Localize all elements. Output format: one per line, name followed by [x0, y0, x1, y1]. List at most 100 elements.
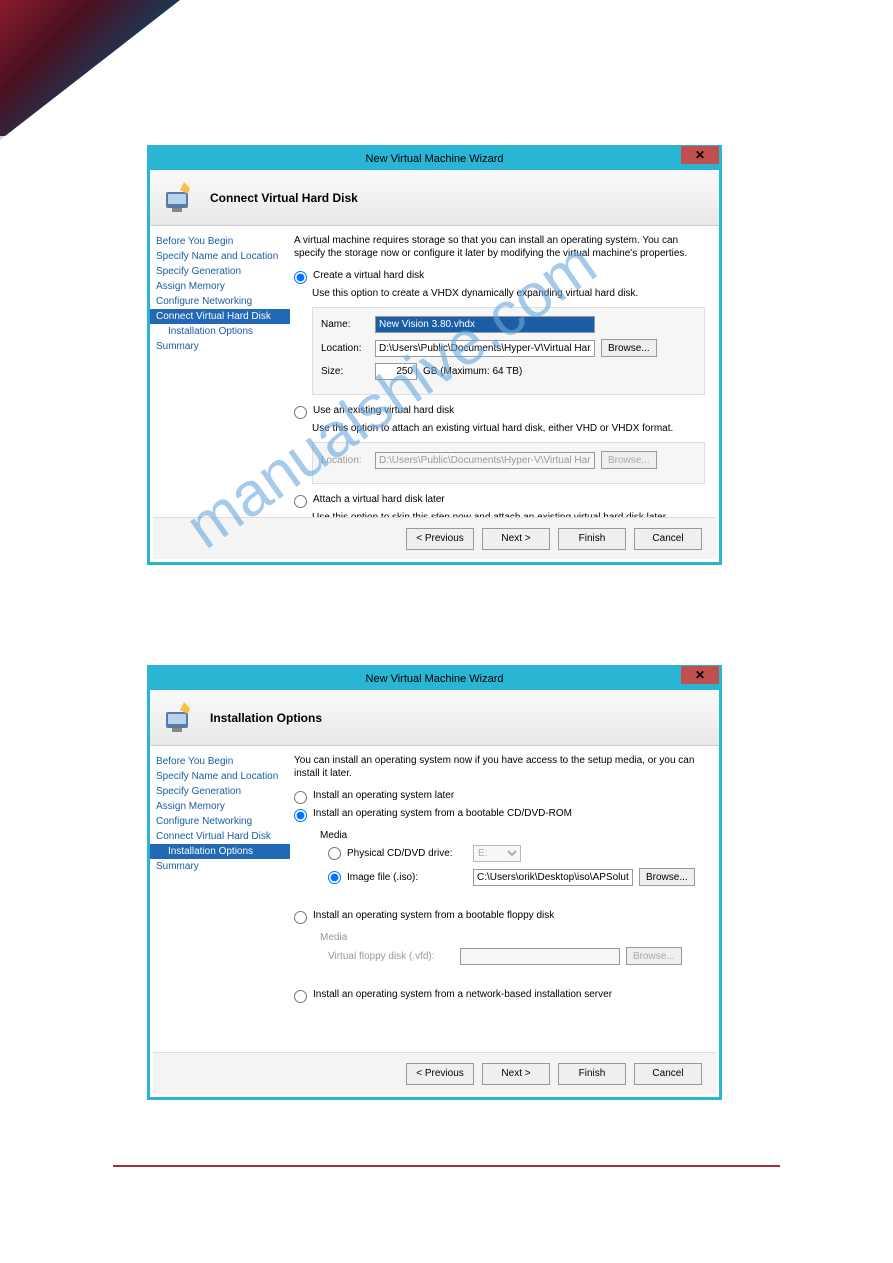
sidebar-item-before[interactable]: Before You Begin: [150, 754, 290, 769]
image-file-input[interactable]: [473, 869, 633, 886]
size-suffix: GB (Maximum: 64 TB): [423, 366, 522, 377]
wizard-footer: < Previous Next > Finish Cancel: [153, 1052, 716, 1094]
existing-vhd-form: Location: Browse...: [312, 442, 705, 484]
floppy-media-group: Media Virtual floppy disk (.vfd): Browse…: [312, 928, 705, 979]
close-icon: ✕: [695, 148, 705, 162]
radio-create-vhd[interactable]: [294, 271, 307, 284]
sidebar-item-install-opts[interactable]: Installation Options: [150, 844, 290, 859]
browse-button-disabled: Browse...: [626, 947, 682, 965]
browse-button[interactable]: Browse...: [601, 339, 657, 357]
sidebar-item-summary[interactable]: Summary: [150, 339, 290, 354]
titlebar: New Virtual Machine Wizard ✕: [150, 668, 719, 690]
titlebar: New Virtual Machine Wizard ✕: [150, 148, 719, 170]
next-button[interactable]: Next >: [482, 528, 550, 550]
location-input[interactable]: [375, 340, 595, 357]
create-vhd-form: Name: Location: Browse... Size: GB (Maxi…: [312, 307, 705, 395]
option-label: Install an operating system later: [313, 790, 454, 801]
previous-button[interactable]: < Previous: [406, 1063, 474, 1085]
sidebar-item-vhd[interactable]: Connect Virtual Hard Disk: [150, 829, 290, 844]
next-button[interactable]: Next >: [482, 1063, 550, 1085]
window-title: New Virtual Machine Wizard: [366, 153, 504, 165]
wizard-header: Connect Virtual Hard Disk: [150, 170, 719, 226]
sidebar-item-summary[interactable]: Summary: [150, 859, 290, 874]
option-label: Attach a virtual hard disk later: [313, 494, 445, 505]
option-label: Install an operating system from a netwo…: [313, 989, 612, 1000]
option-install-cd[interactable]: Install an operating system from a boota…: [294, 808, 705, 822]
option-install-later[interactable]: Install an operating system later: [294, 790, 705, 804]
radio-attach-later[interactable]: [294, 495, 307, 508]
size-input[interactable]: [375, 363, 417, 380]
finish-button[interactable]: Finish: [558, 528, 626, 550]
content-description: You can install an operating system now …: [294, 754, 705, 780]
wizard-content: You can install an operating system now …: [290, 746, 719, 1055]
page-footer-rule: [113, 1165, 780, 1167]
finish-button[interactable]: Finish: [558, 1063, 626, 1085]
close-button[interactable]: ✕: [681, 666, 719, 684]
cancel-button[interactable]: Cancel: [634, 528, 702, 550]
page-title: Installation Options: [210, 711, 322, 725]
previous-button[interactable]: < Previous: [406, 528, 474, 550]
sidebar-item-install-opts[interactable]: Installation Options: [150, 324, 290, 339]
name-label: Name:: [321, 319, 369, 330]
sidebar-item-name-loc[interactable]: Specify Name and Location: [150, 769, 290, 784]
sidebar-item-memory[interactable]: Assign Memory: [150, 279, 290, 294]
vfd-input: [460, 948, 620, 965]
option-label: Create a virtual hard disk: [313, 270, 424, 281]
radio-existing-vhd[interactable]: [294, 406, 307, 419]
wizard-header: Installation Options: [150, 690, 719, 746]
existing-location-input: [375, 452, 595, 469]
wizard-footer: < Previous Next > Finish Cancel: [153, 517, 716, 559]
option-desc: Use this option to attach an existing vi…: [312, 423, 705, 434]
physical-drive-label: Physical CD/DVD drive:: [347, 848, 467, 859]
location-label: Location:: [321, 343, 369, 354]
wizard-sidebar: Before You Begin Specify Name and Locati…: [150, 746, 290, 1055]
cd-media-group: Media Physical CD/DVD drive: E: Image fi…: [312, 826, 705, 900]
page-decor: [0, 0, 180, 140]
sidebar-item-before[interactable]: Before You Begin: [150, 234, 290, 249]
browse-button-disabled: Browse...: [601, 451, 657, 469]
sidebar-item-networking[interactable]: Configure Networking: [150, 814, 290, 829]
wizard-sidebar: Before You Begin Specify Name and Locati…: [150, 226, 290, 520]
close-button[interactable]: ✕: [681, 146, 719, 164]
sidebar-item-name-loc[interactable]: Specify Name and Location: [150, 249, 290, 264]
option-install-floppy[interactable]: Install an operating system from a boota…: [294, 910, 705, 924]
cancel-button[interactable]: Cancel: [634, 1063, 702, 1085]
media-label: Media: [320, 932, 697, 943]
radio-install-cd[interactable]: [294, 809, 307, 822]
wizard-icon: [160, 698, 200, 738]
wizard-icon: [160, 178, 200, 218]
window-title: New Virtual Machine Wizard: [366, 673, 504, 685]
close-icon: ✕: [695, 668, 705, 682]
radio-physical-drive[interactable]: [328, 847, 341, 860]
vfd-label: Virtual floppy disk (.vfd):: [328, 951, 454, 962]
browse-button[interactable]: Browse...: [639, 868, 695, 886]
media-label: Media: [320, 830, 697, 841]
wizard-dialog-install: New Virtual Machine Wizard ✕ Installatio…: [147, 665, 722, 1100]
physical-drive-select: E:: [473, 845, 521, 862]
sidebar-item-generation[interactable]: Specify Generation: [150, 784, 290, 799]
sidebar-item-generation[interactable]: Specify Generation: [150, 264, 290, 279]
location-label: Location:: [321, 455, 369, 466]
option-attach-later[interactable]: Attach a virtual hard disk later: [294, 494, 705, 508]
size-label: Size:: [321, 366, 369, 377]
wizard-dialog-vhd: New Virtual Machine Wizard ✕ Connect Vir…: [147, 145, 722, 565]
option-desc: Use this option to create a VHDX dynamic…: [312, 288, 705, 299]
image-file-label: Image file (.iso):: [347, 872, 467, 883]
wizard-content: A virtual machine requires storage so th…: [290, 226, 719, 520]
sidebar-item-memory[interactable]: Assign Memory: [150, 799, 290, 814]
name-input[interactable]: [375, 316, 595, 333]
option-create-vhd[interactable]: Create a virtual hard disk: [294, 270, 705, 284]
content-description: A virtual machine requires storage so th…: [294, 234, 705, 260]
sidebar-item-networking[interactable]: Configure Networking: [150, 294, 290, 309]
radio-install-network[interactable]: [294, 990, 307, 1003]
sidebar-item-vhd[interactable]: Connect Virtual Hard Disk: [150, 309, 290, 324]
option-existing-vhd[interactable]: Use an existing virtual hard disk: [294, 405, 705, 419]
option-label: Install an operating system from a boota…: [313, 910, 554, 921]
page-title: Connect Virtual Hard Disk: [210, 191, 358, 205]
option-label: Use an existing virtual hard disk: [313, 405, 454, 416]
option-label: Install an operating system from a boota…: [313, 808, 572, 819]
radio-install-later[interactable]: [294, 791, 307, 804]
option-install-network[interactable]: Install an operating system from a netwo…: [294, 989, 705, 1003]
radio-install-floppy[interactable]: [294, 911, 307, 924]
radio-image-file[interactable]: [328, 871, 341, 884]
